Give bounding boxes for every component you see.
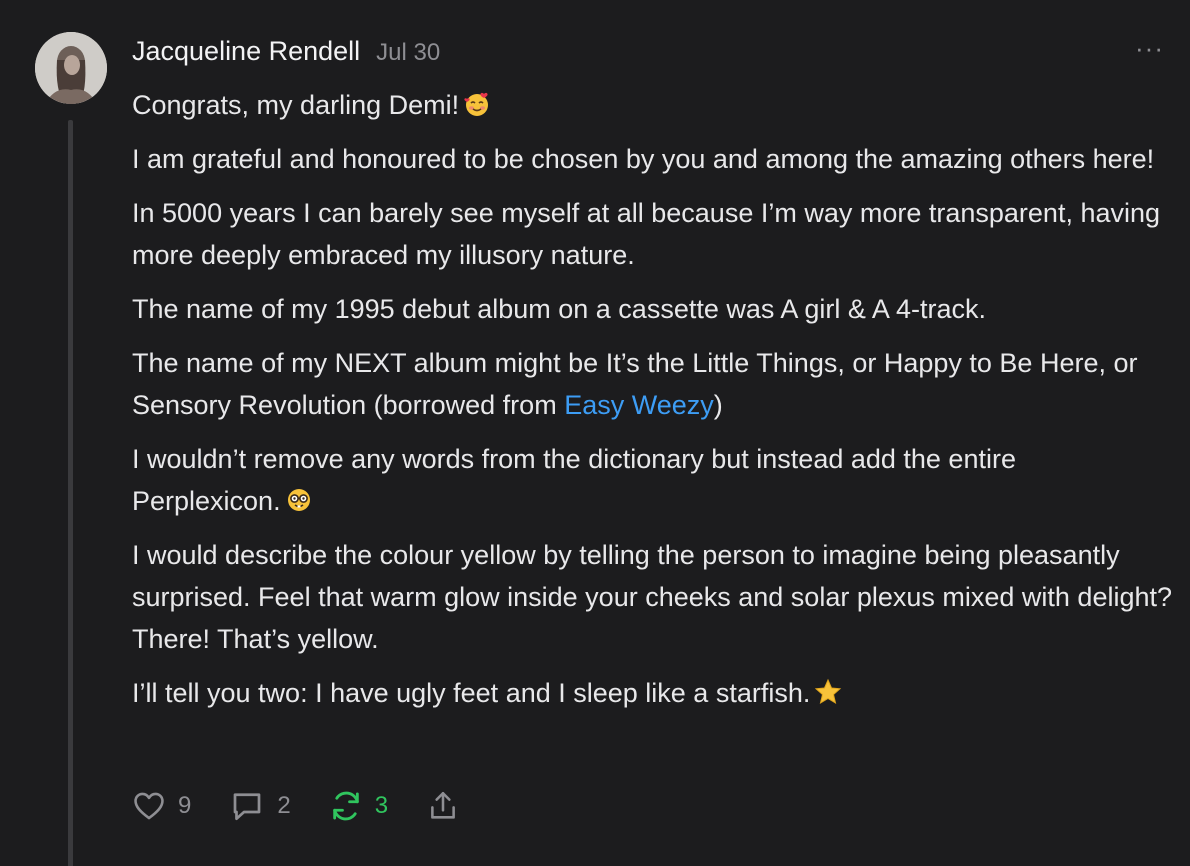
paragraph-5: The name of my NEXT album might be It’s …: [132, 342, 1172, 426]
comment-avatar[interactable]: [35, 32, 107, 104]
reply-count: 2: [277, 792, 291, 819]
like-button[interactable]: 9: [132, 789, 191, 823]
smiling-face-with-hearts-icon: [464, 92, 489, 116]
thread-line: [68, 120, 73, 866]
share-button[interactable]: [426, 789, 460, 823]
comment-actions: 9 2 3: [132, 788, 498, 824]
author-name[interactable]: Jacqueline Rendell: [132, 36, 360, 67]
comment-bubble-icon: [234, 793, 261, 821]
paragraph-5-close: ): [713, 390, 723, 420]
comment-body: Congrats, my darling Demi! I am grateful…: [132, 84, 1172, 726]
avatar-image: [35, 32, 107, 104]
paragraph-8-text: I’ll tell you two: I have ugly feet and …: [132, 678, 811, 708]
paragraph-6: I wouldn’t remove any words from the dic…: [132, 438, 1172, 522]
restack-icon: [332, 791, 359, 821]
paragraph-4: The name of my 1995 debut album on a cas…: [132, 294, 986, 324]
paragraph-2: I am grateful and honoured to be chosen …: [132, 144, 1155, 174]
share-icon: [431, 791, 455, 819]
paragraph-8: I’ll tell you two: I have ugly feet and …: [132, 672, 1172, 714]
easy-weezy-link[interactable]: Easy Weezy: [564, 390, 714, 420]
star-icon: [815, 678, 842, 705]
comment-header: Jacqueline Rendell Jul 30: [132, 36, 440, 67]
more-options-button[interactable]: ···: [1135, 35, 1164, 61]
reply-button[interactable]: 2: [229, 788, 291, 824]
paragraph-1: Congrats, my darling Demi!: [132, 84, 1172, 126]
nerd-face-icon: [287, 489, 310, 511]
paragraph-1-text: Congrats, my darling Demi!: [132, 90, 460, 120]
like-count: 9: [178, 792, 192, 819]
restack-count: 3: [374, 792, 389, 819]
paragraph-6-text: I wouldn’t remove any words from the dic…: [132, 444, 1016, 516]
comment-date: Jul 30: [376, 39, 441, 66]
restack-button[interactable]: 3: [329, 789, 388, 823]
paragraph-7: I would describe the colour yellow by te…: [132, 540, 1173, 654]
heart-icon: [134, 792, 164, 820]
paragraph-3: In 5000 years I can barely see myself at…: [132, 198, 1161, 270]
